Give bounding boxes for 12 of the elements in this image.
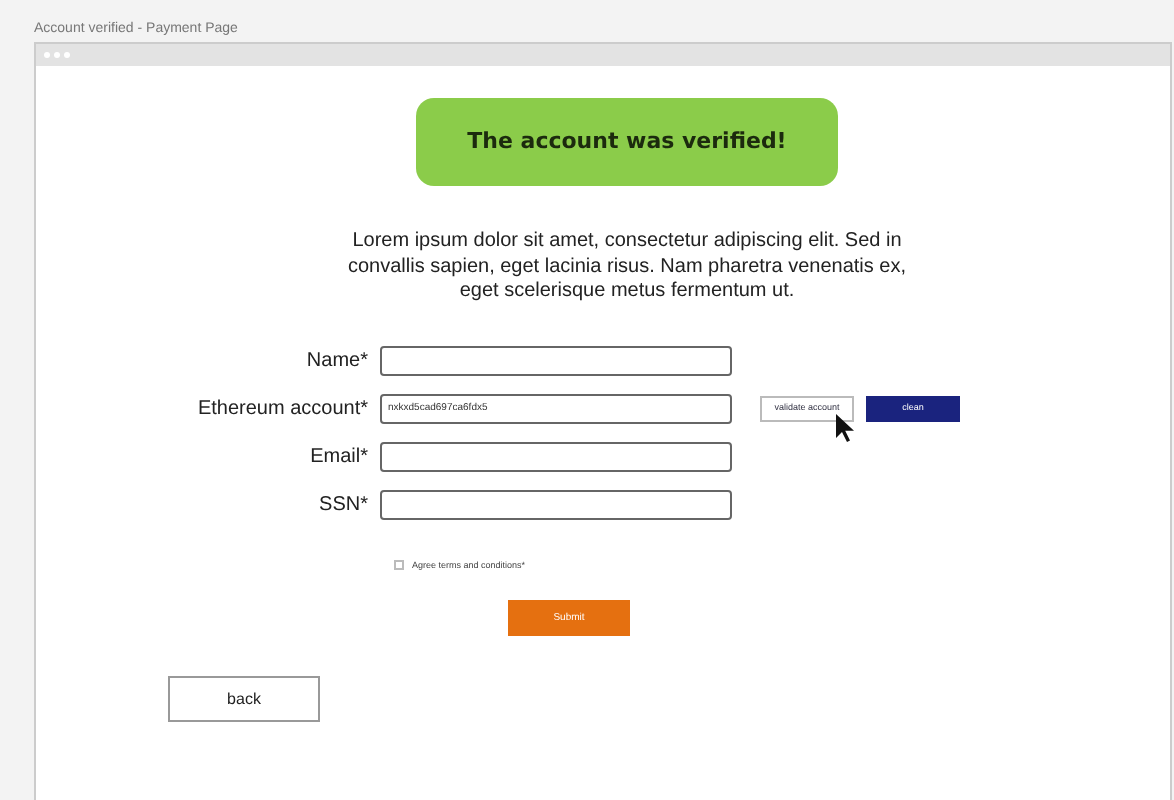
description-text: Lorem ipsum dolor sit amet, consectetur adipiscing elit. Sed in convallis sapien, eget lacinia risus. Nam pharetra venenatis ex, eget scelerisque metus fermentum ut. <box>345 230 909 305</box>
field-label: SSN* <box>319 491 368 519</box>
field-label: Email* <box>310 443 368 471</box>
input-field[interactable] <box>380 441 732 471</box>
field-label: Name* <box>306 347 368 375</box>
input-field[interactable] <box>380 489 732 519</box>
terms-checkbox[interactable] <box>394 560 404 571</box>
input-field[interactable] <box>380 345 732 375</box>
success-banner: The account was verified! <box>416 98 838 186</box>
cursor-icon <box>836 413 856 443</box>
back-button[interactable]: back <box>168 676 320 723</box>
field-label: Ethereum account* <box>197 395 368 423</box>
